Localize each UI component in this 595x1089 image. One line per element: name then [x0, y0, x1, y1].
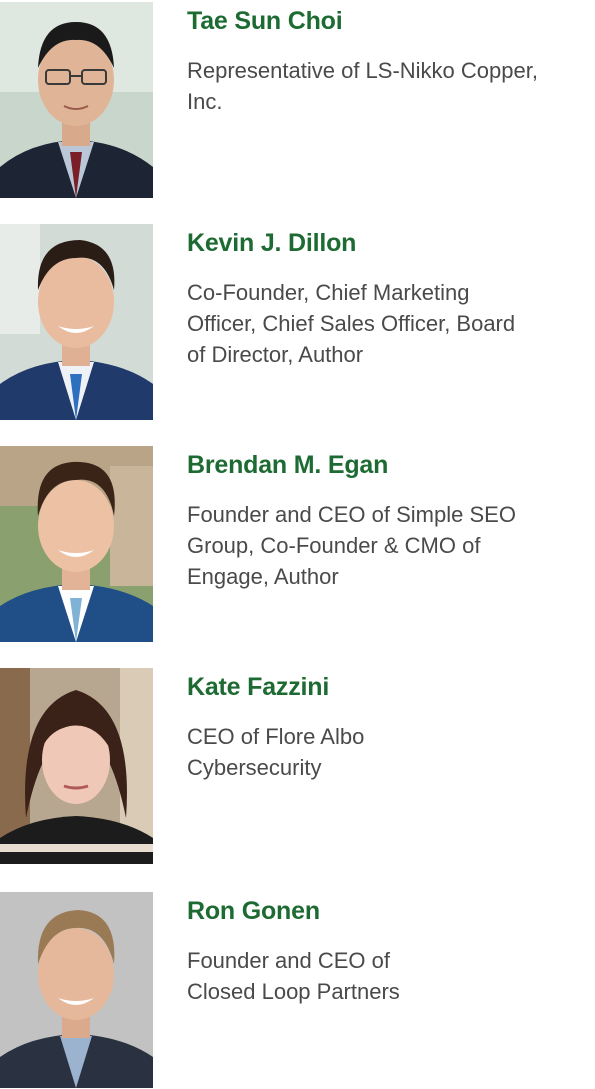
role-line: Group, Co-Founder & CMO of	[187, 533, 481, 558]
role-line: Inc.	[187, 89, 223, 114]
person-photo[interactable]	[0, 224, 153, 420]
person-photo[interactable]	[0, 2, 153, 198]
role-line: Engage, Author	[187, 564, 339, 589]
role-line: Closed Loop Partners	[187, 979, 400, 1004]
person-name[interactable]: Tae Sun Choi	[187, 7, 343, 36]
role-line: Officer, Chief Sales Officer, Board	[187, 311, 516, 336]
role-line: Cybersecurity	[187, 755, 322, 780]
role-line: of Director, Author	[187, 342, 364, 367]
role-line: Founder and CEO of Simple SEO	[187, 502, 516, 527]
person-card-ron-gonen: Ron Gonen Founder and CEO of Closed Loop…	[0, 892, 595, 1088]
person-role: Co-Founder, Chief Marketing Officer, Chi…	[187, 277, 587, 370]
role-line: Co-Founder, Chief Marketing	[187, 280, 470, 305]
person-card-brendan-m-egan: Brendan M. Egan Founder and CEO of Simpl…	[0, 446, 595, 642]
person-card-kate-fazzini: Kate Fazzini CEO of Flore Albo Cybersecu…	[0, 668, 595, 864]
person-role: Founder and CEO of Simple SEO Group, Co-…	[187, 499, 587, 592]
person-role: CEO of Flore Albo Cybersecurity	[187, 721, 587, 783]
person-role: Representative of LS-Nikko Copper, Inc.	[187, 55, 587, 117]
person-role: Founder and CEO of Closed Loop Partners	[187, 945, 587, 1007]
person-card-kevin-j-dillon: Kevin J. Dillon Co-Founder, Chief Market…	[0, 224, 595, 420]
person-name[interactable]: Kate Fazzini	[187, 673, 329, 702]
person-card-tae-sun-choi: Tae Sun Choi Representative of LS-Nikko …	[0, 2, 595, 198]
person-name[interactable]: Ron Gonen	[187, 897, 320, 926]
role-line: Representative of LS-Nikko Copper,	[187, 58, 538, 83]
person-photo[interactable]	[0, 446, 153, 642]
person-name[interactable]: Kevin J. Dillon	[187, 229, 356, 258]
person-name[interactable]: Brendan M. Egan	[187, 451, 388, 480]
role-line: CEO of Flore Albo	[187, 724, 365, 749]
role-line: Founder and CEO of	[187, 948, 391, 973]
person-photo[interactable]	[0, 668, 153, 864]
person-photo[interactable]	[0, 892, 153, 1088]
